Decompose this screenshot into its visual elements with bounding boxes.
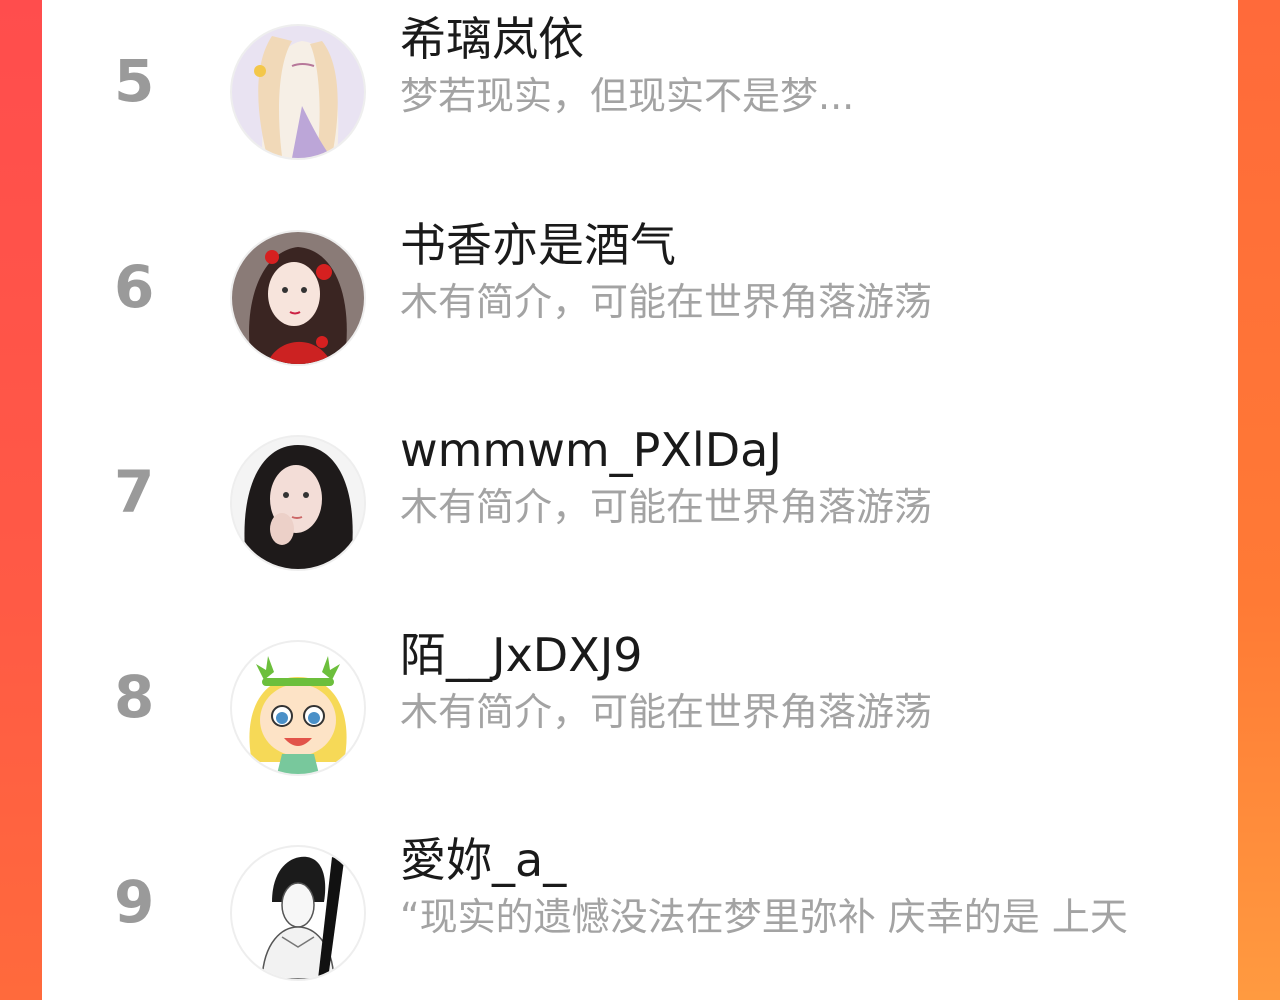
rank-number: 8 — [114, 663, 155, 731]
avatar-image-icon — [232, 437, 364, 569]
list-item[interactable]: 9 愛妳_a_ “现实的遗憾没法在梦里弥补 庆幸的是 上天 — [42, 833, 1238, 993]
user-bio: “现实的遗憾没法在梦里弥补 庆幸的是 上天 — [400, 895, 1128, 939]
list-item[interactable]: 5 希璃岚依 梦若现实，但现实不是梦... — [42, 12, 1238, 172]
avatar-image-icon — [232, 642, 364, 774]
right-gradient-border — [1238, 0, 1280, 1000]
user-name[interactable]: 书香亦是酒气 — [400, 218, 676, 273]
user-bio: 木有简介，可能在世界角落游荡 — [400, 280, 933, 324]
avatar[interactable] — [230, 24, 366, 160]
rank-number: 5 — [114, 47, 155, 115]
avatar[interactable] — [230, 845, 366, 981]
list-item[interactable]: 7 wmmwm_PXlDaJ 木有简介，可能在世界角落游荡 — [42, 423, 1238, 583]
left-gradient-border — [0, 0, 42, 1000]
user-bio: 木有简介，可能在世界角落游荡 — [400, 690, 933, 734]
list-item[interactable]: 6 书香亦是酒气 木有简介，可能在世界角落游荡 — [42, 218, 1238, 378]
rank-number: 6 — [114, 253, 155, 321]
user-bio: 木有简介，可能在世界角落游荡 — [400, 485, 933, 529]
list-item[interactable]: 8 陌__JxDXJ9 木有简介，可能在世界角落游荡 — [42, 628, 1238, 788]
rank-number: 7 — [114, 458, 155, 526]
avatar[interactable] — [230, 230, 366, 366]
user-name[interactable]: 希璃岚依 — [400, 12, 584, 67]
rank-number: 9 — [114, 868, 155, 936]
avatar-image-icon — [232, 26, 364, 158]
user-name[interactable]: wmmwm_PXlDaJ — [400, 423, 782, 478]
avatar[interactable] — [230, 435, 366, 571]
user-name[interactable]: 陌__JxDXJ9 — [400, 628, 643, 683]
avatar-image-icon — [232, 232, 364, 364]
avatar-image-icon — [232, 847, 364, 979]
leaderboard-panel: 5 希璃岚依 梦若现实，但现实不是梦... 6 书香亦是酒气 木有简介，可能在世… — [42, 0, 1238, 1000]
user-name[interactable]: 愛妳_a_ — [400, 833, 566, 888]
user-bio: 梦若现实，但现实不是梦... — [400, 74, 855, 118]
avatar[interactable] — [230, 640, 366, 776]
